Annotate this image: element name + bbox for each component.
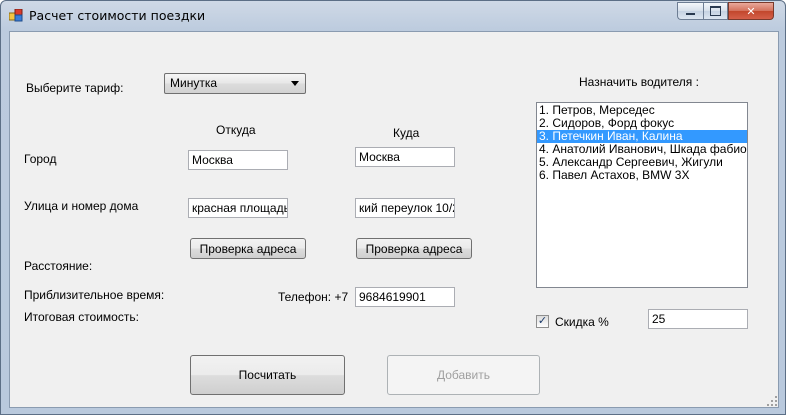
app-window: Расчет стоимости поездки ✕ Выберите тари… — [0, 0, 786, 415]
form-client-area: Выберите тариф: Минутка Откуда Куда Горо… — [9, 31, 779, 408]
close-button[interactable]: ✕ — [728, 2, 774, 20]
maximize-icon — [710, 6, 721, 16]
check-address-from-button[interactable]: Проверка адреса — [190, 238, 306, 259]
phone-label: Телефон: +7 — [278, 290, 349, 304]
close-icon: ✕ — [746, 4, 756, 18]
title-bar[interactable]: Расчет стоимости поездки ✕ — [1, 1, 785, 31]
chevron-down-icon — [291, 81, 299, 86]
add-button[interactable]: Добавить — [387, 355, 540, 395]
calculate-button[interactable]: Посчитать — [190, 355, 345, 395]
checkmark-icon: ✓ — [537, 315, 548, 327]
drivers-listbox[interactable]: 1. Петров, Мерседес 2. Сидоров, Форд фок… — [536, 102, 748, 288]
distance-label: Расстояние: — [24, 259, 93, 273]
city-from-input[interactable]: Москва — [188, 150, 288, 170]
city-label: Город — [24, 152, 57, 166]
city-to-input[interactable]: Москва — [355, 147, 455, 167]
minimize-icon — [686, 13, 695, 15]
street-to-input[interactable]: кий переулок 10/2 — [355, 198, 455, 218]
street-label: Улица и номер дома — [24, 199, 139, 213]
phone-input[interactable]: 9684619901 — [355, 287, 455, 307]
maximize-button[interactable] — [703, 2, 728, 20]
resize-grip-icon[interactable] — [766, 395, 778, 407]
total-cost-label: Итоговая стоимость: — [24, 310, 139, 324]
column-from-label: Откуда — [216, 123, 256, 137]
street-from-input[interactable]: красная площадь — [188, 198, 288, 218]
tariff-select[interactable]: Минутка — [164, 73, 306, 94]
time-label: Приблизительное время: — [24, 288, 165, 302]
drivers-label: Назначить водителя : — [579, 75, 699, 89]
app-icon — [9, 9, 23, 22]
column-to-label: Куда — [393, 126, 420, 140]
discount-input[interactable]: 25 — [648, 309, 748, 329]
driver-list-item[interactable]: 6. Павел Астахов, BMW 3X — [537, 169, 747, 182]
discount-checkbox[interactable]: ✓ — [536, 315, 549, 328]
discount-label: Скидка % — [555, 315, 609, 329]
tariff-label: Выберите тариф: — [26, 81, 124, 95]
tariff-selected-value: Минутка — [170, 76, 218, 90]
minimize-button[interactable] — [677, 2, 703, 20]
check-address-to-button[interactable]: Проверка адреса — [356, 238, 472, 259]
window-title: Расчет стоимости поездки — [29, 8, 206, 23]
